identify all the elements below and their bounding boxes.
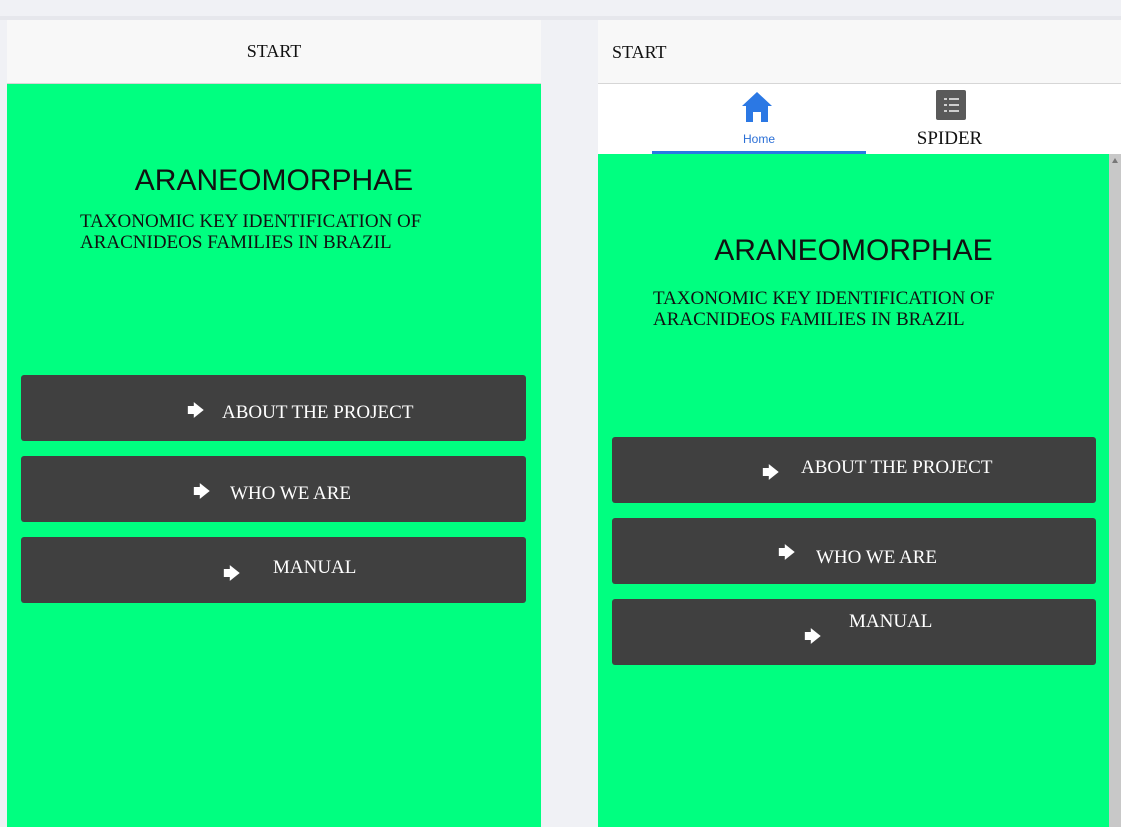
left-about-project-button[interactable]: 🡆 ABOUT THE PROJECT xyxy=(21,375,526,441)
left-app-screen: START ARANEOMORPHAE TAXONOMIC KEY IDENTI… xyxy=(7,20,541,827)
arrow-right-icon: 🡆 xyxy=(762,463,780,483)
scroll-up-arrow-icon[interactable] xyxy=(1112,158,1118,163)
left-app-title: ARANEOMORPHAE xyxy=(134,164,414,197)
tab-home[interactable]: Home xyxy=(652,84,866,154)
right-content: ARANEOMORPHAE TAXONOMIC KEY IDENTIFICATI… xyxy=(598,154,1109,827)
arrow-right-icon: 🡆 xyxy=(193,482,211,502)
arrow-right-icon: 🡆 xyxy=(804,627,822,647)
tab-bar: Home SPIDER xyxy=(598,84,1121,154)
button-label: ABOUT THE PROJECT xyxy=(222,402,414,423)
right-about-project-button[interactable]: 🡆 ABOUT THE PROJECT xyxy=(612,437,1096,503)
button-label: WHO WE ARE xyxy=(230,483,352,504)
left-manual-button[interactable]: 🡆 MANUAL xyxy=(21,537,526,603)
left-who-we-are-button[interactable]: 🡆 WHO WE ARE xyxy=(21,456,526,522)
right-who-we-are-button[interactable]: 🡆 WHO WE ARE xyxy=(612,518,1096,584)
right-header-title: START xyxy=(612,42,667,62)
tab-spider[interactable]: SPIDER xyxy=(866,84,1096,154)
right-subtitle: TAXONOMIC KEY IDENTIFICATION OF ARACNIDE… xyxy=(653,288,995,330)
button-label: MANUAL xyxy=(273,557,357,578)
button-label: WHO WE ARE xyxy=(816,547,938,568)
arrow-right-icon: 🡆 xyxy=(778,543,796,563)
home-icon xyxy=(742,92,772,122)
arrow-right-icon: 🡆 xyxy=(223,564,241,584)
button-label: ABOUT THE PROJECT xyxy=(801,457,993,478)
content-scrollbar[interactable] xyxy=(1109,154,1121,827)
left-header-title: START xyxy=(246,41,302,61)
right-app-screen: START Home SPIDER ARANEOMORPHAE TAXONOMI… xyxy=(598,20,1121,827)
right-header: START xyxy=(598,20,1121,84)
right-manual-button[interactable]: 🡆 MANUAL xyxy=(612,599,1096,665)
tab-spider-label: SPIDER xyxy=(916,128,983,149)
left-subtitle: TAXONOMIC KEY IDENTIFICATION OF ARACNIDE… xyxy=(80,211,422,253)
arrow-right-icon: 🡆 xyxy=(187,401,205,421)
tab-home-label: Home xyxy=(742,132,775,146)
right-app-title: ARANEOMORPHAE xyxy=(714,234,993,267)
list-icon xyxy=(936,90,966,120)
left-header: START xyxy=(7,20,541,84)
left-content: ARANEOMORPHAE TAXONOMIC KEY IDENTIFICATI… xyxy=(7,84,541,827)
button-label: MANUAL xyxy=(849,611,933,632)
